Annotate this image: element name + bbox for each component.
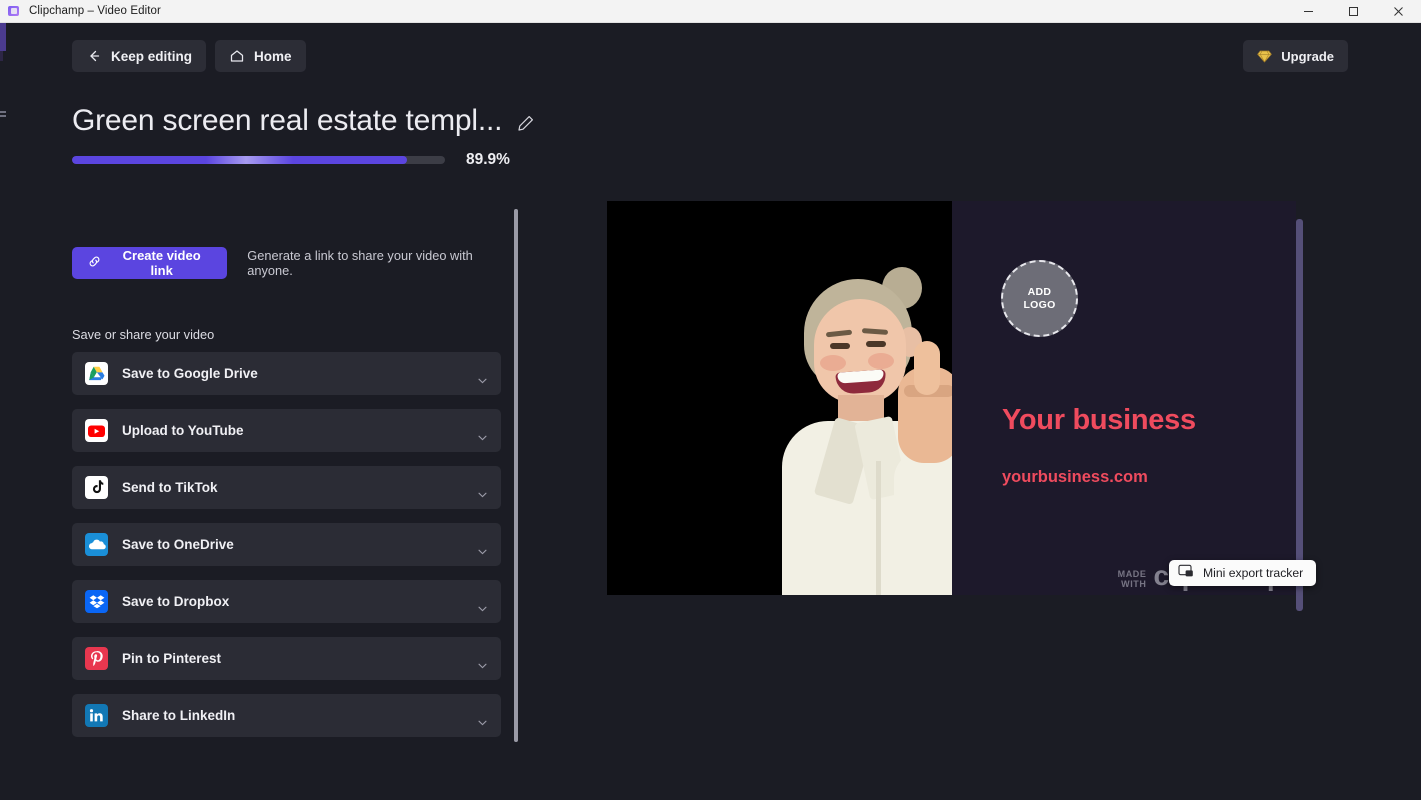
chevron-down-icon[interactable] [478, 542, 487, 560]
share-item-label: Upload to YouTube [122, 423, 244, 438]
youtube-icon [85, 419, 108, 442]
share-item-label: Share to LinkedIn [122, 708, 236, 723]
watermark-with: WITH [1121, 579, 1147, 589]
home-icon [229, 48, 245, 64]
video-frame[interactable]: ADD LOGO Your business yourbusiness.com … [607, 201, 1296, 595]
chevron-down-icon[interactable] [478, 713, 487, 731]
link-icon [87, 254, 102, 272]
mini-export-tracker-tooltip[interactable]: Mini export tracker [1169, 560, 1317, 586]
save-share-section-label: Save or share your video [72, 327, 215, 342]
home-button[interactable]: Home [215, 40, 306, 72]
share-pane: Create video link Generate a link to sha… [6, 188, 516, 750]
create-link-hint: Generate a link to share your video with… [247, 248, 473, 278]
preview-side-accent-bar [1296, 219, 1303, 611]
business-name-text: Your business [1002, 404, 1196, 436]
chevron-down-icon[interactable] [478, 485, 487, 503]
chevron-down-icon[interactable] [478, 371, 487, 389]
picture-in-picture-icon [1178, 564, 1194, 583]
project-title-row: Green screen real estate templ... [72, 99, 535, 143]
share-destinations-list: Save to Google Drive Upload to YouTube S… [72, 352, 501, 751]
clipchamp-app-window: Keep editing Home Upgrade Green screen r… [6, 23, 1421, 800]
window-controls [1286, 0, 1421, 23]
minimize-icon[interactable] [1286, 0, 1331, 23]
add-logo-placeholder: ADD LOGO [1001, 260, 1078, 337]
scrollbar-thumb[interactable] [514, 209, 518, 742]
share-item-linkedin[interactable]: Share to LinkedIn [72, 694, 501, 737]
business-url-text: yourbusiness.com [1002, 468, 1148, 486]
share-item-tiktok[interactable]: Send to TikTok [72, 466, 501, 509]
screen-root: Clipchamp – Video Editor Keep editing Ho… [0, 0, 1421, 800]
video-right-panel: ADD LOGO Your business yourbusiness.com … [952, 201, 1296, 595]
share-pane-scrollbar[interactable] [514, 209, 518, 742]
tooltip-label: Mini export tracker [1203, 566, 1304, 580]
share-item-google-drive[interactable]: Save to Google Drive [72, 352, 501, 395]
arrow-left-icon [86, 48, 102, 64]
progress-percent-label: 89.9% [466, 151, 510, 168]
video-preview: ADD LOGO Your business yourbusiness.com … [607, 201, 1303, 611]
upgrade-label: Upgrade [1281, 48, 1334, 64]
create-video-link-row: Create video link Generate a link to sha… [72, 247, 516, 279]
video-left-panel [607, 201, 952, 595]
progress-bar-fill [72, 156, 408, 164]
close-icon[interactable] [1376, 0, 1421, 23]
share-item-onedrive[interactable]: Save to OneDrive [72, 523, 501, 566]
maximize-icon[interactable] [1331, 0, 1376, 23]
share-item-label: Send to TikTok [122, 480, 218, 495]
onedrive-icon [85, 533, 108, 556]
progress-bar [72, 156, 445, 164]
home-label: Home [254, 48, 292, 64]
share-item-label: Pin to Pinterest [122, 651, 222, 666]
keep-editing-label: Keep editing [111, 48, 193, 64]
page-title: Green screen real estate templ... [72, 104, 503, 137]
pencil-icon[interactable] [516, 114, 535, 133]
dropbox-icon [85, 590, 108, 613]
share-item-pinterest[interactable]: Pin to Pinterest [72, 637, 501, 680]
share-item-dropbox[interactable]: Save to Dropbox [72, 580, 501, 623]
upgrade-button[interactable]: Upgrade [1243, 40, 1348, 72]
person-thumbs-up-image [758, 255, 952, 595]
chevron-down-icon[interactable] [478, 599, 487, 617]
linkedin-icon [85, 704, 108, 727]
window-title: Clipchamp – Video Editor [29, 5, 161, 17]
share-item-label: Save to Google Drive [122, 366, 258, 381]
diamond-icon [1257, 50, 1273, 63]
create-video-link-label: Create video link [122, 248, 201, 278]
add-logo-line2: LOGO [1023, 298, 1056, 311]
chevron-down-icon[interactable] [478, 656, 487, 674]
app-header: Keep editing Home Upgrade [6, 23, 1421, 85]
tiktok-icon [85, 476, 108, 499]
clipchamp-app-icon [8, 5, 20, 17]
share-item-label: Save to Dropbox [122, 594, 230, 609]
keep-editing-button[interactable]: Keep editing [72, 40, 207, 72]
google-drive-icon [85, 362, 108, 385]
share-item-youtube[interactable]: Upload to YouTube [72, 409, 501, 452]
pinterest-icon [85, 647, 108, 670]
share-item-label: Save to OneDrive [122, 537, 234, 552]
header-nav-buttons: Keep editing Home [72, 40, 306, 72]
add-logo-line1: ADD [1027, 285, 1052, 298]
export-progress-row: 89.9% [72, 151, 510, 169]
chevron-down-icon[interactable] [478, 428, 487, 446]
watermark-made: MADE [1117, 569, 1147, 579]
create-video-link-button[interactable]: Create video link [72, 247, 228, 279]
window-titlebar: Clipchamp – Video Editor [0, 0, 1421, 23]
